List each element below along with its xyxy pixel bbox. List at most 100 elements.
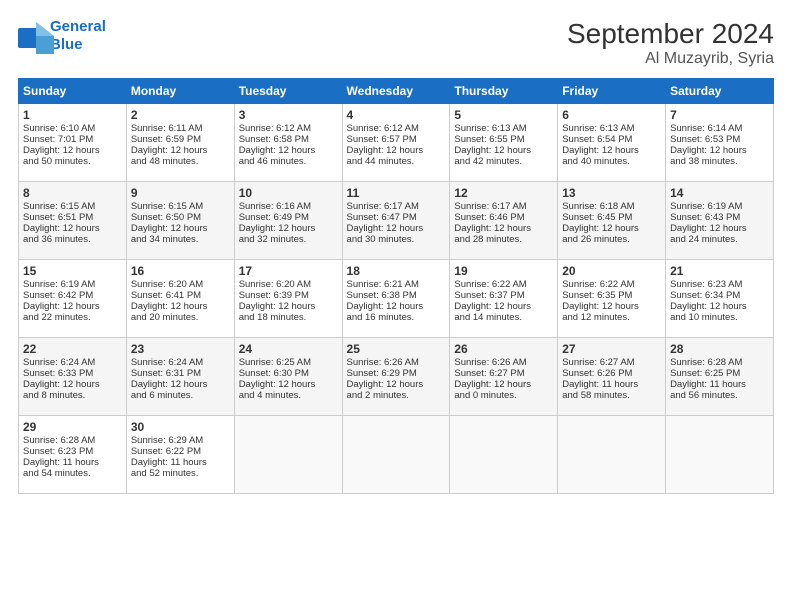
day-info-line: Sunset: 6:27 PM [454,368,553,379]
day-info-line: Sunrise: 6:25 AM [239,357,338,368]
day-info-line: Daylight: 12 hours [454,223,553,234]
day-number: 10 [239,186,338,200]
day-info-line: and 10 minutes. [670,312,769,323]
day-info-line: Daylight: 12 hours [23,379,122,390]
day-info-line: and 12 minutes. [562,312,661,323]
day-info-line: Sunrise: 6:17 AM [347,201,446,212]
day-info-line: Sunrise: 6:29 AM [131,435,230,446]
calendar-cell: 22Sunrise: 6:24 AMSunset: 6:33 PMDayligh… [19,338,127,416]
day-info-line: Sunset: 6:25 PM [670,368,769,379]
calendar-cell: 25Sunrise: 6:26 AMSunset: 6:29 PMDayligh… [342,338,450,416]
day-info-line: and 22 minutes. [23,312,122,323]
day-info-line: and 50 minutes. [23,156,122,167]
calendar-cell: 17Sunrise: 6:20 AMSunset: 6:39 PMDayligh… [234,260,342,338]
day-number: 25 [347,342,446,356]
day-info-line: Sunrise: 6:13 AM [562,123,661,134]
calendar-cell: 15Sunrise: 6:19 AMSunset: 6:42 PMDayligh… [19,260,127,338]
day-info-line: Sunset: 7:01 PM [23,134,122,145]
day-info-line: and 28 minutes. [454,234,553,245]
day-info-line: Sunrise: 6:24 AM [131,357,230,368]
day-info-line: Sunset: 6:49 PM [239,212,338,223]
day-info-line: Sunrise: 6:26 AM [454,357,553,368]
day-info-line: Daylight: 12 hours [454,301,553,312]
day-info-line: and 44 minutes. [347,156,446,167]
day-info-line: Sunset: 6:22 PM [131,446,230,457]
week-row-1: 1Sunrise: 6:10 AMSunset: 7:01 PMDaylight… [19,104,774,182]
logo-text: General Blue [50,18,106,54]
calendar-cell [450,416,558,494]
day-number: 18 [347,264,446,278]
day-info-line: and 24 minutes. [670,234,769,245]
day-info-line: Sunrise: 6:14 AM [670,123,769,134]
calendar-cell [558,416,666,494]
title-block: September 2024 Al Muzayrib, Syria [567,18,774,68]
day-info-line: Daylight: 12 hours [131,223,230,234]
day-info-line: Daylight: 12 hours [23,145,122,156]
day-info-line: Daylight: 12 hours [347,145,446,156]
day-info-line: Sunset: 6:41 PM [131,290,230,301]
day-info-line: and 4 minutes. [239,390,338,401]
day-info-line: Sunset: 6:50 PM [131,212,230,223]
day-info-line: and 34 minutes. [131,234,230,245]
day-info-line: Sunrise: 6:11 AM [131,123,230,134]
day-info-line: Sunrise: 6:23 AM [670,279,769,290]
day-info-line: Daylight: 12 hours [562,223,661,234]
day-info-line: and 18 minutes. [239,312,338,323]
day-number: 22 [23,342,122,356]
calendar-cell: 21Sunrise: 6:23 AMSunset: 6:34 PMDayligh… [666,260,774,338]
calendar-cell: 2Sunrise: 6:11 AMSunset: 6:59 PMDaylight… [126,104,234,182]
day-info-line: Sunset: 6:30 PM [239,368,338,379]
day-number: 1 [23,108,122,122]
day-info-line: Sunset: 6:37 PM [454,290,553,301]
day-number: 17 [239,264,338,278]
day-info-line: Daylight: 12 hours [562,301,661,312]
col-saturday: Saturday [666,79,774,104]
day-info-line: Sunset: 6:38 PM [347,290,446,301]
day-info-line: Sunrise: 6:15 AM [131,201,230,212]
calendar-cell [666,416,774,494]
day-info-line: Sunrise: 6:20 AM [239,279,338,290]
day-info-line: and 40 minutes. [562,156,661,167]
day-info-line: Daylight: 12 hours [347,223,446,234]
day-info-line: Daylight: 11 hours [670,379,769,390]
calendar-cell: 24Sunrise: 6:25 AMSunset: 6:30 PMDayligh… [234,338,342,416]
day-info-line: Sunset: 6:34 PM [670,290,769,301]
day-info-line: Sunset: 6:59 PM [131,134,230,145]
day-number: 3 [239,108,338,122]
logo: General Blue [18,18,106,54]
calendar-cell: 6Sunrise: 6:13 AMSunset: 6:54 PMDaylight… [558,104,666,182]
day-info-line: Sunrise: 6:19 AM [670,201,769,212]
day-number: 28 [670,342,769,356]
day-info-line: and 48 minutes. [131,156,230,167]
day-info-line: Sunset: 6:55 PM [454,134,553,145]
calendar-cell: 29Sunrise: 6:28 AMSunset: 6:23 PMDayligh… [19,416,127,494]
day-number: 21 [670,264,769,278]
day-info-line: Daylight: 12 hours [670,223,769,234]
header-row: Sunday Monday Tuesday Wednesday Thursday… [19,79,774,104]
day-number: 14 [670,186,769,200]
calendar-cell: 13Sunrise: 6:18 AMSunset: 6:45 PMDayligh… [558,182,666,260]
day-info-line: Daylight: 12 hours [131,145,230,156]
day-number: 19 [454,264,553,278]
calendar-cell: 28Sunrise: 6:28 AMSunset: 6:25 PMDayligh… [666,338,774,416]
calendar-cell: 11Sunrise: 6:17 AMSunset: 6:47 PMDayligh… [342,182,450,260]
col-tuesday: Tuesday [234,79,342,104]
day-info-line: Daylight: 12 hours [23,301,122,312]
day-info-line: Sunrise: 6:22 AM [454,279,553,290]
day-info-line: Sunset: 6:51 PM [23,212,122,223]
day-info-line: Sunset: 6:53 PM [670,134,769,145]
day-info-line: Daylight: 11 hours [562,379,661,390]
calendar-cell: 8Sunrise: 6:15 AMSunset: 6:51 PMDaylight… [19,182,127,260]
week-row-5: 29Sunrise: 6:28 AMSunset: 6:23 PMDayligh… [19,416,774,494]
day-info-line: Sunset: 6:47 PM [347,212,446,223]
calendar-cell: 4Sunrise: 6:12 AMSunset: 6:57 PMDaylight… [342,104,450,182]
day-info-line: Daylight: 12 hours [131,379,230,390]
location-title: Al Muzayrib, Syria [567,50,774,68]
day-info-line: Daylight: 12 hours [131,301,230,312]
day-number: 13 [562,186,661,200]
day-info-line: Sunset: 6:45 PM [562,212,661,223]
day-info-line: Sunset: 6:46 PM [454,212,553,223]
calendar-cell: 12Sunrise: 6:17 AMSunset: 6:46 PMDayligh… [450,182,558,260]
day-number: 4 [347,108,446,122]
day-info-line: Daylight: 11 hours [23,457,122,468]
